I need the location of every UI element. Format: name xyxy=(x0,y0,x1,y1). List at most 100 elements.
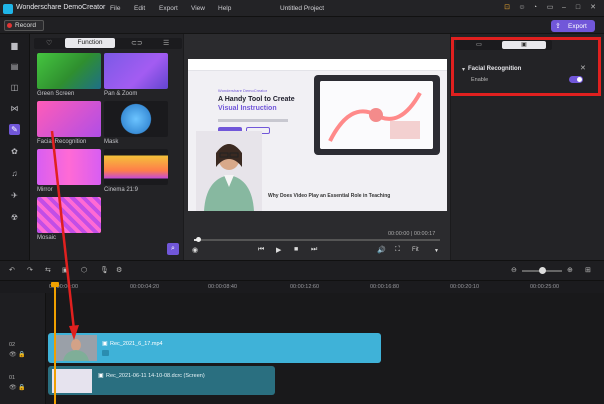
menu-help[interactable]: Help xyxy=(218,5,231,12)
settings-icon[interactable]: ⚙ xyxy=(116,266,122,274)
account-icon[interactable]: ☺ xyxy=(518,4,526,12)
notification-icon[interactable]: ◔ xyxy=(531,4,539,12)
zoom-out-icon[interactable]: ⊖ xyxy=(511,266,517,274)
green-screen-label: Green Screen xyxy=(37,91,75,97)
project-title: Untitled Project xyxy=(280,5,325,12)
video-clip-thumbnail xyxy=(55,335,97,361)
mirror-thumbnail[interactable] xyxy=(37,149,101,185)
timeline-zoom-knob[interactable] xyxy=(539,267,546,274)
menu-view[interactable]: View xyxy=(191,5,205,12)
close-icon[interactable]: ✕ xyxy=(589,4,597,12)
ruler-label: 00:00:04:20 xyxy=(130,284,160,290)
minimize-icon[interactable]: – xyxy=(560,4,568,12)
ruler-label: 00:00:16:80 xyxy=(370,284,400,290)
video-clip-icon: ▣ xyxy=(102,341,108,347)
screen-clip-label: Rec_2021-06-11 14-10-08.dcrc (Screen) xyxy=(106,373,205,379)
fit-timeline-icon[interactable]: ⊞ xyxy=(585,266,591,274)
timeline-playhead[interactable] xyxy=(54,282,56,404)
zoom-select[interactable]: Fit xyxy=(412,247,419,253)
hero-brand: Wondershare DemoCreator xyxy=(218,88,268,93)
previous-frame-icon[interactable]: ⏮ xyxy=(258,246,264,254)
split-icon[interactable]: ⇆ xyxy=(45,266,51,274)
list-tab-icon[interactable]: ☰ xyxy=(163,39,169,47)
track-number: 01 xyxy=(9,375,16,381)
effect-badge-icon xyxy=(102,350,109,356)
video-clip[interactable] xyxy=(48,333,381,363)
app-logo-icon xyxy=(3,4,13,14)
volume-icon[interactable]: 🔊 xyxy=(377,246,386,254)
effects-icon[interactable]: ✎ xyxy=(9,124,20,135)
audio-icon[interactable]: ♫ xyxy=(9,168,20,179)
redo-icon[interactable]: ↷ xyxy=(27,266,33,274)
hero-text-line xyxy=(218,119,288,122)
stop-icon[interactable]: ■ xyxy=(294,246,298,253)
undo-icon[interactable]: ↶ xyxy=(9,266,15,274)
record-dot-icon xyxy=(7,23,12,28)
track-number: 02 xyxy=(9,342,16,348)
microphone-icon[interactable]: 🎙 xyxy=(100,266,109,274)
track-visibility-lock-icons[interactable]: 👁 🔒 xyxy=(9,384,26,391)
layout-icon[interactable]: ▭ xyxy=(546,4,554,12)
menu-export[interactable]: Export xyxy=(159,5,178,12)
video-clip-label: Rec_2021_6_17.mp4 xyxy=(110,341,163,347)
sfx-icon[interactable]: ☢ xyxy=(9,212,20,223)
preview-playhead[interactable] xyxy=(196,237,201,242)
preview-canvas[interactable]: Wondershare DemoCreator A Handy Tool to … xyxy=(188,59,447,211)
facial-recognition-label: Facial Recognition xyxy=(37,139,87,145)
menu-edit[interactable]: Edit xyxy=(134,5,145,12)
ruler-label: 00:00:08:40 xyxy=(208,284,238,290)
preview-scrubber[interactable] xyxy=(194,239,440,241)
app-name: Wonderschare DemoCreator xyxy=(16,4,106,11)
timeline-playhead-knob[interactable] xyxy=(51,282,59,287)
record-bar xyxy=(0,17,604,34)
favorite-icon[interactable]: ♡ xyxy=(46,39,52,47)
preview-subheading: Why Does Video Play an Essential Role in… xyxy=(268,193,391,199)
play-icon[interactable]: ▶ xyxy=(276,246,281,254)
export-icon: ⇪ xyxy=(555,22,561,30)
mask-thumbnail[interactable] xyxy=(104,101,168,137)
search-icon[interactable]: ⌕ xyxy=(167,243,179,255)
crop-icon[interactable]: ▣ xyxy=(62,266,69,274)
mask-label: Mask xyxy=(104,139,119,145)
preview-timecode: 00:00:00 | 00:00:17 xyxy=(388,231,436,237)
fullscreen-icon[interactable]: ⛶ xyxy=(395,246,400,254)
cinema-thumbnail[interactable] xyxy=(104,149,168,185)
pan-zoom-label: Pan & Zoom xyxy=(104,91,138,97)
track-visibility-lock-icons[interactable]: 👁 🔒 xyxy=(9,351,26,358)
hero-line-1: A Handy Tool to Create xyxy=(218,96,295,103)
screen-clip-icon: ▣ xyxy=(98,373,104,379)
ruler-label: 00:00:25:00 xyxy=(530,284,560,290)
next-frame-icon[interactable]: ⏭ xyxy=(311,246,317,254)
presenter-image xyxy=(196,131,262,211)
cursor-icon[interactable]: ✈ xyxy=(9,190,20,201)
cinema-label: Cinema 21:9 xyxy=(104,187,139,193)
laptop-screen-image xyxy=(320,81,433,149)
marker-icon[interactable]: ⬡ xyxy=(81,266,87,274)
green-screen-thumbnail[interactable] xyxy=(37,53,101,89)
props-side-strip xyxy=(451,95,453,185)
mosaic-thumbnail[interactable] xyxy=(37,197,101,233)
web-navbar xyxy=(188,59,447,71)
annotation-icon[interactable]: ◫ xyxy=(9,82,20,93)
sticker-icon[interactable]: ✿ xyxy=(9,146,20,157)
mirror-label: Mirror xyxy=(37,187,53,193)
cart-icon[interactable]: ⊡ xyxy=(503,4,511,12)
maximize-icon[interactable]: □ xyxy=(574,4,582,12)
mosaic-label: Mosaic xyxy=(37,235,57,241)
link-tab-icon[interactable]: ⊂⊃ xyxy=(131,39,143,47)
tab-function[interactable]: Function xyxy=(65,38,115,48)
hero-line-2: Visual Instruction xyxy=(218,105,277,112)
snapshot-icon[interactable]: ◉ xyxy=(192,246,198,254)
screen-clip-thumbnail xyxy=(52,369,92,393)
facial-recognition-thumbnail[interactable] xyxy=(37,101,101,137)
record-label: Record xyxy=(15,22,36,29)
menu-file[interactable]: File xyxy=(110,5,120,12)
zoom-in-icon[interactable]: ⊕ xyxy=(567,266,573,274)
chevron-down-icon[interactable]: ▼ xyxy=(434,248,439,254)
pan-zoom-thumbnail[interactable] xyxy=(104,53,168,89)
transitions-icon[interactable]: ⋈ xyxy=(9,103,20,114)
captions-icon[interactable]: ▤ xyxy=(9,61,20,72)
media-icon[interactable]: ▆ xyxy=(9,40,20,51)
highlight-box xyxy=(451,37,601,96)
ruler-label: 00:00:20:10 xyxy=(450,284,480,290)
